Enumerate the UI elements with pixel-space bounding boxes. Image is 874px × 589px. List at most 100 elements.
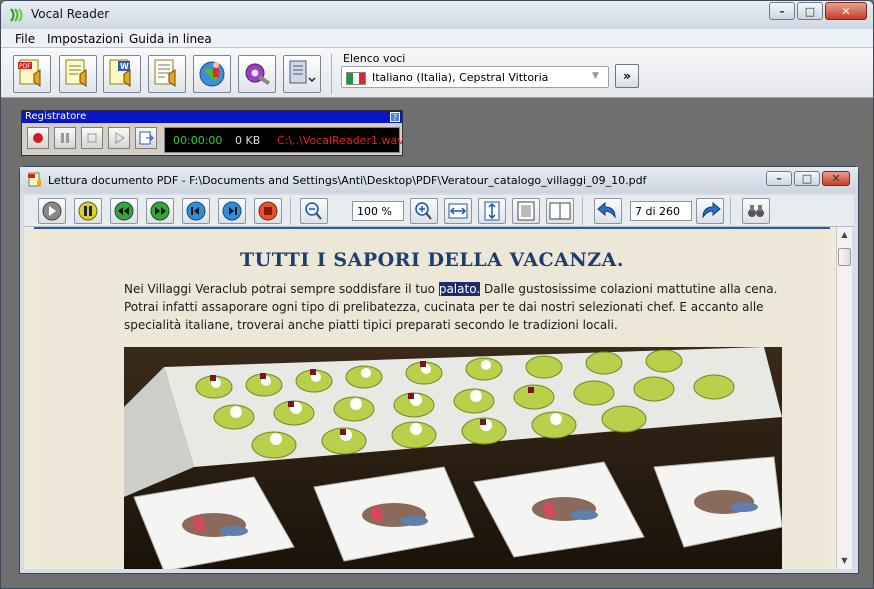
find-button[interactable]	[742, 198, 770, 224]
previous-page-button[interactable]	[594, 198, 622, 224]
stop-button[interactable]	[254, 198, 282, 224]
food-photo	[124, 347, 782, 569]
document-caption-buttons: – □ ✕	[766, 171, 850, 186]
document-title-bar[interactable]: Lettura documento PDF - F:\Documents and…	[20, 167, 858, 193]
rewind-button[interactable]	[110, 198, 138, 224]
zoom-out-icon	[305, 202, 322, 220]
play-record-button[interactable]	[108, 127, 130, 149]
main-window: Vocal Reader – □ ✕ File Impostazioni Gui…	[0, 0, 874, 589]
recorder-file: C:\..\VocalReader1.wav	[277, 134, 404, 147]
fit-width-icon	[448, 203, 468, 219]
clipboard-speaker-icon	[154, 59, 176, 87]
word-document-speaker-icon: W	[109, 59, 131, 87]
next-sentence-button[interactable]	[218, 198, 246, 224]
pause-button[interactable]	[74, 198, 102, 224]
pdf-page: TUTTI I SAPORI DELLA VACANZA. Nei Villag…	[34, 227, 830, 569]
scrollbar-thumb[interactable]	[838, 248, 851, 266]
recorder-header: Registratore ?	[22, 111, 402, 123]
doc-close-button[interactable]: ✕	[822, 171, 850, 186]
read-clipboard-button[interactable]	[148, 55, 186, 93]
recorder-panel: Registratore ? 00:00:00 0 KB C:\..\Vocal…	[21, 110, 404, 156]
recorder-time: 00:00:00	[173, 134, 223, 147]
settings-button[interactable]	[238, 55, 276, 93]
zoom-input[interactable]: 100 %	[352, 201, 404, 221]
expand-voices-button[interactable]: »	[615, 64, 639, 88]
binoculars-icon	[748, 205, 764, 217]
page-paragraph: Nei Villaggi Veraclub potrai sempre sodd…	[124, 280, 789, 334]
next-page-button[interactable]	[696, 198, 724, 224]
maximize-button[interactable]: □	[797, 2, 823, 20]
zoom-in-button[interactable]	[410, 198, 438, 224]
toolbar-separator	[730, 197, 731, 225]
pause-icon	[78, 201, 98, 221]
highlighted-word: palato.	[438, 282, 481, 296]
maximize-icon: □	[804, 4, 816, 18]
stop-icon	[87, 133, 97, 143]
fit-height-button[interactable]	[478, 198, 506, 224]
record-icon	[33, 133, 43, 143]
fit-height-icon	[484, 201, 500, 221]
doc-maximize-button[interactable]: □	[794, 171, 820, 186]
title-bar[interactable]: Vocal Reader – □ ✕	[1, 1, 873, 29]
record-button[interactable]	[27, 127, 49, 149]
play-icon	[115, 132, 125, 144]
caption-buttons: – □ ✕	[769, 2, 867, 20]
web-reader-button[interactable]	[193, 55, 231, 93]
fit-width-button[interactable]	[444, 198, 472, 224]
page-heading: TUTTI I SAPORI DELLA VACANZA.	[240, 249, 624, 271]
two-pages-button[interactable]	[546, 198, 574, 224]
options-menu-button[interactable]	[283, 55, 321, 93]
document-title: Lettura documento PDF - F:\Documents and…	[48, 174, 647, 187]
toolbar-separator	[290, 197, 291, 225]
svg-text:PDF: PDF	[19, 63, 31, 70]
doc-minimize-button[interactable]: –	[766, 171, 792, 186]
pdf-speaker-icon	[28, 172, 41, 187]
skip-back-icon	[186, 201, 206, 221]
save-record-button[interactable]	[135, 127, 157, 149]
zoom-in-icon	[415, 202, 432, 220]
food-photo-image	[124, 347, 782, 569]
list-dropdown-icon	[289, 60, 316, 84]
text-document-speaker-icon	[65, 59, 87, 87]
open-word-button[interactable]: W	[103, 55, 141, 93]
previous-sentence-button[interactable]	[182, 198, 210, 224]
recorder-title: Registratore	[25, 111, 87, 122]
scroll-up-icon[interactable]: ▲	[837, 227, 852, 243]
open-text-button[interactable]	[59, 55, 97, 93]
document-viewport[interactable]: TUTTI I SAPORI DELLA VACANZA. Nei Villag…	[24, 227, 852, 569]
page-indicator[interactable]: 7 di 260	[630, 201, 692, 221]
toolbar-separator	[582, 197, 583, 225]
menu-impostazioni[interactable]: Impostazioni	[47, 32, 123, 46]
menu-guida[interactable]: Guida in linea	[129, 32, 212, 46]
rewind-icon	[114, 201, 134, 221]
app-logo-icon	[10, 8, 23, 22]
window-title: Vocal Reader	[31, 7, 110, 21]
open-pdf-button[interactable]: PDF	[13, 55, 51, 93]
voices-label: Elenco voci	[343, 52, 406, 65]
scroll-down-icon[interactable]: ▼	[837, 553, 852, 569]
minimize-button[interactable]: –	[769, 2, 795, 20]
vertical-scrollbar[interactable]: ▲ ▼	[836, 227, 852, 569]
maximize-icon: □	[801, 172, 813, 185]
two-pages-icon	[549, 202, 571, 220]
pause-record-button[interactable]	[54, 127, 76, 149]
single-page-button[interactable]	[512, 198, 540, 224]
play-button[interactable]	[38, 198, 66, 224]
recorder-help-button[interactable]: ?	[390, 112, 400, 122]
recorder-size: 0 KB	[235, 134, 261, 147]
close-button[interactable]: ✕	[825, 2, 867, 20]
pdf-reader-window: Lettura documento PDF - F:\Documents and…	[19, 166, 859, 574]
menu-file[interactable]: File	[15, 32, 35, 46]
toolbar-separator	[331, 54, 332, 94]
voice-select[interactable]: Italiano (Italia), Cepstral Vittoria ▼	[341, 66, 609, 88]
arrow-back-icon	[597, 201, 616, 219]
voice-select-value: Italiano (Italia), Cepstral Vittoria	[372, 71, 549, 84]
pdf-document-speaker-icon: PDF	[18, 59, 41, 87]
zoom-out-button[interactable]	[300, 198, 328, 224]
stop-record-button[interactable]	[81, 127, 103, 149]
fast-forward-button[interactable]	[146, 198, 174, 224]
pause-icon	[61, 133, 69, 143]
skip-forward-icon	[222, 201, 242, 221]
minimize-icon: –	[776, 172, 782, 185]
fast-forward-icon	[150, 201, 170, 221]
